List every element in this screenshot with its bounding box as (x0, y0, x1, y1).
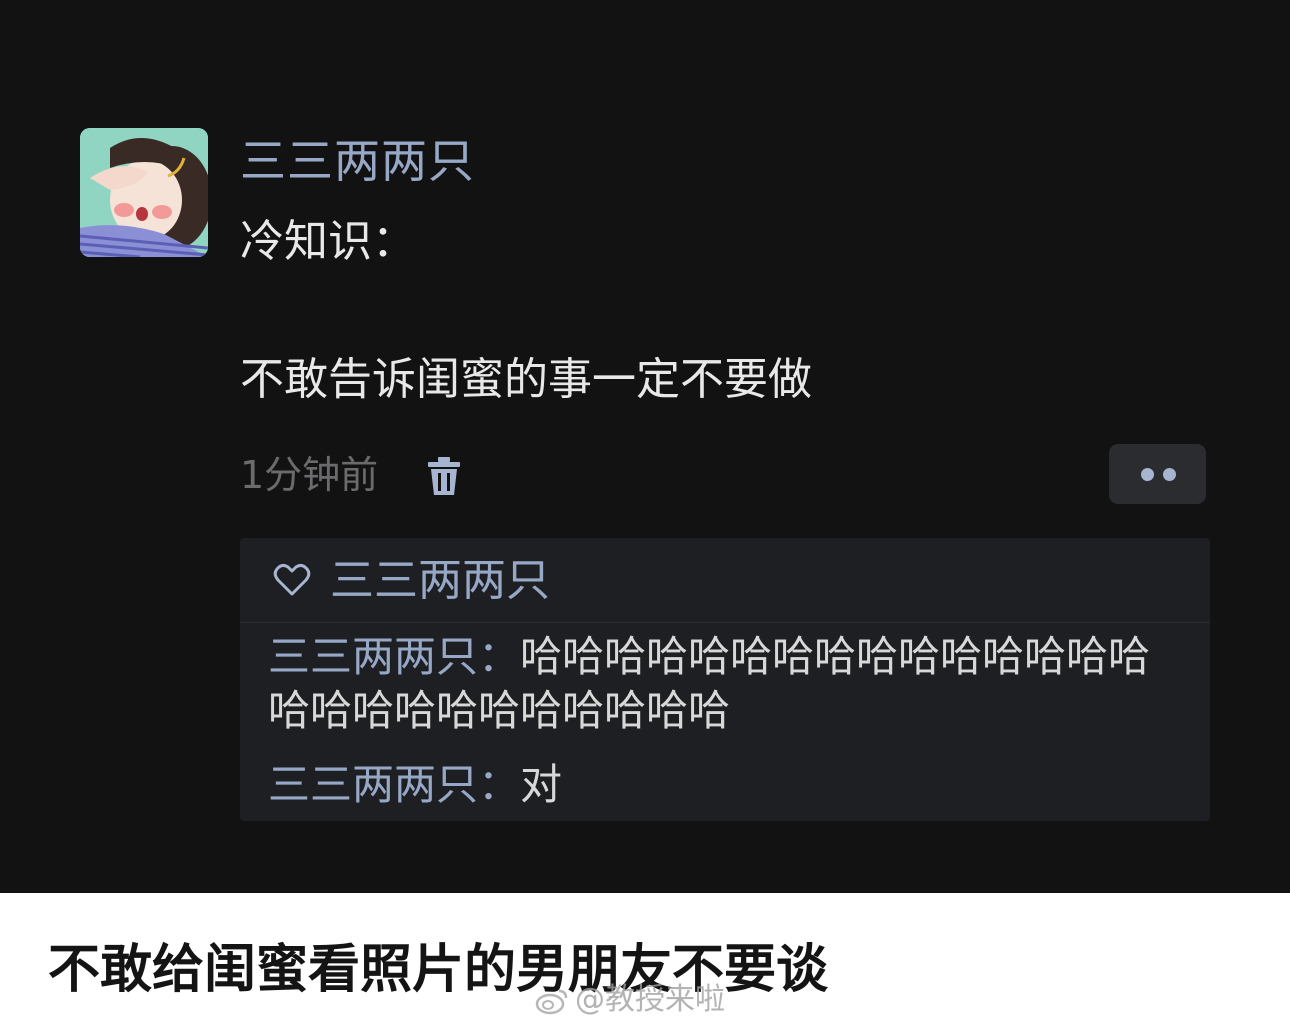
post-text-line1: 冷知识： (240, 216, 416, 267)
post-text-line2: 不敢告诉闺蜜的事一定不要做 (240, 354, 812, 405)
weibo-logo-icon (535, 989, 568, 1014)
comment-item[interactable]: 三三两两只：哈哈哈哈哈哈哈哈哈哈哈哈哈哈哈哈哈哈哈哈哈哈哈哈哈哈 (268, 630, 1183, 738)
likes-row: 三三两两只 (240, 538, 1210, 623)
post-timestamp: 1分钟前 (240, 453, 379, 497)
comment-separator: ： (478, 760, 521, 809)
moment-post-screenshot: 三三两两只 冷知识： 不敢告诉闺蜜的事一定不要做 1分钟前 三三两两只 三三两两… (0, 0, 1290, 893)
post-author-name[interactable]: 三三两两只 (240, 132, 475, 190)
comment-author[interactable]: 三三两两只 (268, 632, 478, 681)
likes-comments-panel: 三三两两只 三三两两只：哈哈哈哈哈哈哈哈哈哈哈哈哈哈哈哈哈哈哈哈哈哈哈哈哈哈 三… (240, 538, 1210, 821)
comment-separator: ： (478, 632, 521, 681)
liker-name[interactable]: 三三两两只 (330, 554, 550, 608)
more-options-button[interactable] (1109, 444, 1206, 504)
avatar[interactable] (80, 128, 208, 257)
more-dots-icon (1163, 468, 1176, 481)
watermark-text: @教授来啦 (575, 982, 725, 1017)
heart-icon (273, 563, 311, 596)
more-dots-icon (1141, 468, 1154, 481)
comment-item[interactable]: 三三两两只：对 (268, 758, 1183, 812)
comment-text: 对 (520, 760, 563, 809)
avatar-cartoon-girl-icon (80, 128, 208, 257)
comment-author[interactable]: 三三两两只 (268, 760, 478, 809)
watermark: @教授来啦 (535, 980, 725, 1020)
trash-icon[interactable] (424, 455, 464, 497)
